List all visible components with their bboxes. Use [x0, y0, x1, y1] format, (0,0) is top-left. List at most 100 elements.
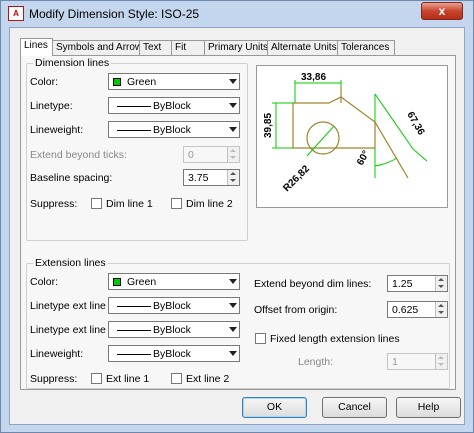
offset-from-origin-spinner[interactable]: 0.625	[387, 301, 448, 318]
ext-suppress-label: Suppress:	[30, 373, 78, 385]
line-sample-icon	[117, 330, 151, 331]
cancel-button[interactable]: Cancel	[322, 397, 387, 418]
spin-down-icon	[230, 179, 236, 182]
help-button[interactable]: Help	[396, 397, 461, 418]
fixed-length-label: Fixed length extension lines	[270, 333, 400, 345]
preview-slant-edge	[374, 121, 409, 179]
dim-linetype-label: Linetype:	[30, 100, 73, 112]
dim-lineweight-dropdown[interactable]: ByBlock	[108, 121, 240, 138]
line-sample-icon	[117, 306, 151, 307]
dim-radius-text: R26,82	[281, 163, 312, 194]
tab-lines[interactable]: Lines	[20, 38, 53, 56]
spinner-buttons[interactable]	[227, 170, 239, 185]
chevron-down-icon	[229, 79, 237, 84]
ext-lineweight-label: Lineweight:	[30, 348, 84, 360]
linetype-ext2-dropdown[interactable]: ByBlock	[108, 321, 240, 338]
line-sample-icon	[117, 130, 151, 131]
tab-text[interactable]: Text	[139, 40, 172, 55]
length-value: 1	[392, 356, 398, 368]
extend-beyond-ticks-label: Extend beyond ticks:	[30, 149, 127, 161]
spinner-buttons[interactable]	[435, 354, 447, 369]
line-sample-icon	[117, 354, 151, 355]
tab-primary-units[interactable]: Primary Units	[204, 40, 268, 55]
baseline-spacing-spinner[interactable]: 3.75	[183, 169, 240, 186]
dialog-client: Lines Symbols and Arrows Text Fit Primar…	[9, 27, 465, 425]
extend-beyond-ticks-spinner[interactable]: 0	[183, 146, 240, 163]
dim-color-dropdown[interactable]: Green	[108, 73, 240, 90]
dim-line2-checkbox[interactable]	[171, 198, 182, 209]
dim-angle-arc	[374, 157, 398, 167]
ext-line1-label: Ext line 1	[106, 373, 150, 385]
offset-from-origin-value: 0.625	[392, 304, 419, 316]
close-icon: x	[438, 4, 446, 18]
spinner-buttons[interactable]	[227, 147, 239, 162]
title-bar[interactable]: A Modify Dimension Style: ISO-25 x	[1, 1, 473, 27]
dim-left-text: 39,85	[263, 113, 274, 138]
ext-color-dropdown[interactable]: Green	[108, 273, 240, 290]
linetype-ext1-label: Linetype ext line 1:	[30, 300, 118, 312]
spin-up-icon	[438, 278, 444, 281]
ext-line2-checkbox[interactable]	[171, 373, 182, 384]
spin-down-icon	[230, 156, 236, 159]
green-swatch	[113, 78, 121, 86]
dim-line1-label: Dim line 1	[106, 198, 153, 210]
extend-beyond-dim-lines-label: Extend beyond dim lines:	[254, 278, 372, 290]
extend-beyond-ticks-value: 0	[188, 149, 194, 161]
ok-button[interactable]: OK	[242, 397, 307, 418]
dim-linetype-value: ByBlock	[153, 100, 191, 112]
ext-lineweight-dropdown[interactable]: ByBlock	[108, 345, 240, 362]
dim-top-text: 33,86	[301, 72, 326, 83]
chevron-down-icon	[229, 303, 237, 308]
tab-fit[interactable]: Fit	[171, 40, 205, 55]
baseline-spacing-value: 3.75	[188, 172, 209, 184]
dim-right-line	[374, 93, 414, 150]
dim-line1-checkbox[interactable]	[91, 198, 102, 209]
tab-tolerances[interactable]: Tolerances	[337, 40, 395, 55]
extend-beyond-dim-lines-spinner[interactable]: 1.25	[387, 275, 448, 292]
dim-color-value: Green	[127, 76, 157, 88]
linetype-ext1-dropdown[interactable]: ByBlock	[108, 297, 240, 314]
extend-beyond-dim-lines-value: 1.25	[392, 278, 413, 290]
spinner-buttons[interactable]	[435, 302, 447, 317]
extension-lines-title: Extension lines	[33, 257, 108, 269]
spin-down-icon	[438, 363, 444, 366]
ext-color-label: Color:	[30, 276, 59, 288]
spinner-buttons[interactable]	[435, 276, 447, 291]
ext-lineweight-value: ByBlock	[153, 348, 191, 360]
spin-down-icon	[438, 285, 444, 288]
dim-right-text: 67,36	[404, 110, 426, 138]
dim-angle-text: 60°	[355, 149, 372, 168]
chevron-down-icon	[229, 279, 237, 284]
length-label: Length:	[298, 356, 334, 368]
dim-linetype-dropdown[interactable]: ByBlock	[108, 97, 240, 114]
dim-color-label: Color:	[30, 76, 59, 88]
fixed-length-checkbox[interactable]	[255, 333, 266, 344]
chevron-down-icon	[229, 327, 237, 332]
linetype-ext2-value: ByBlock	[153, 324, 191, 336]
chevron-down-icon	[229, 103, 237, 108]
spin-up-icon	[230, 149, 236, 152]
spin-up-icon	[438, 304, 444, 307]
line-sample-icon	[117, 106, 151, 107]
chevron-down-icon	[229, 351, 237, 356]
close-button[interactable]: x	[421, 2, 463, 20]
linetype-ext2-label: Linetype ext line 2:	[30, 324, 118, 336]
tab-symbols-and-arrows[interactable]: Symbols and Arrows	[52, 40, 147, 55]
dim-suppress-label: Suppress:	[30, 198, 78, 210]
linetype-ext1-value: ByBlock	[153, 300, 191, 312]
length-spinner[interactable]: 1	[387, 353, 448, 370]
dialog-window: A Modify Dimension Style: ISO-25 x Lines…	[0, 0, 474, 433]
ext-line1-checkbox[interactable]	[91, 373, 102, 384]
spin-down-icon	[438, 311, 444, 314]
spin-up-icon	[438, 356, 444, 359]
dimension-lines-title: Dimension lines	[33, 57, 112, 69]
lines-tab-panel: Dimension lines Color: Green Linetype: B…	[20, 55, 456, 390]
ext-color-value: Green	[127, 276, 157, 288]
preview-drawing: 33,86 39,85 67,36 60° R26,82	[263, 72, 428, 194]
dim-lineweight-label: Lineweight:	[30, 124, 84, 136]
ext-line2-label: Ext line 2	[186, 373, 230, 385]
chevron-down-icon	[229, 127, 237, 132]
tab-alternate-units[interactable]: Alternate Units	[267, 40, 338, 55]
spin-up-icon	[230, 172, 236, 175]
offset-from-origin-label: Offset from origin:	[254, 304, 338, 316]
